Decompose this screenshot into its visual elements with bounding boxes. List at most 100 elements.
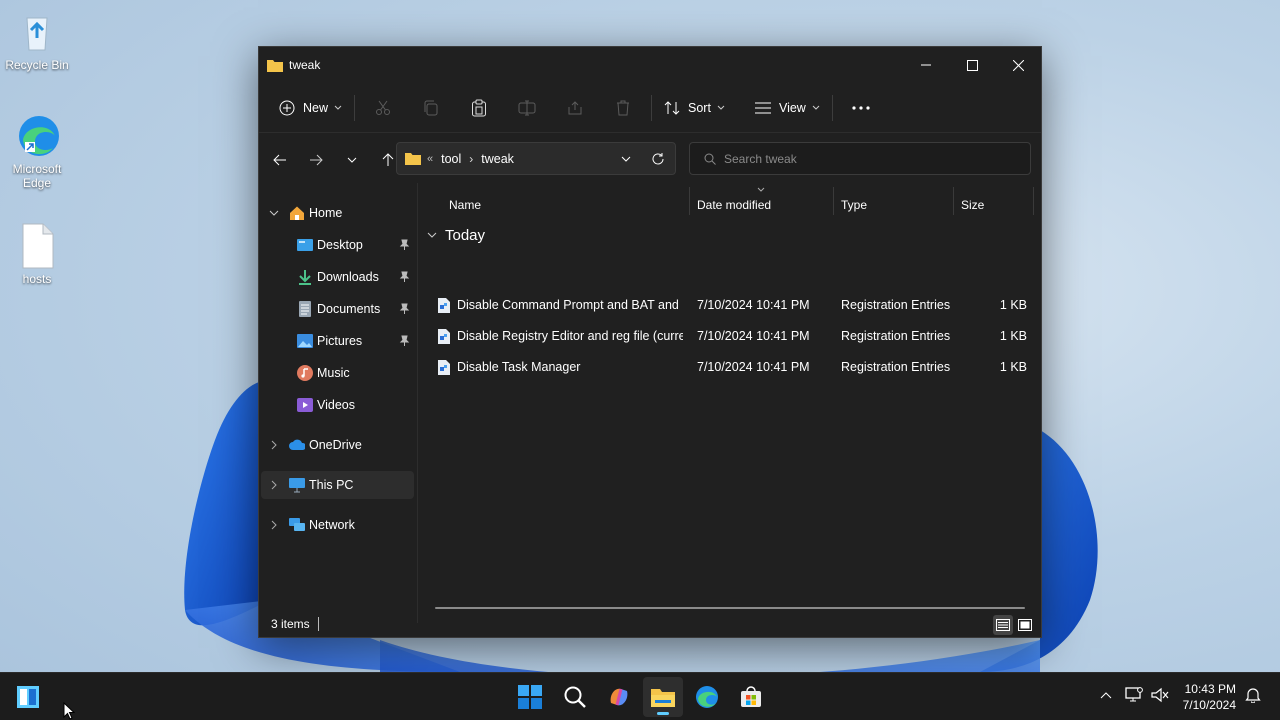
column-divider[interactable] [1033,187,1034,215]
clock[interactable]: 10:43 PM 7/10/2024 [1183,681,1236,713]
breadcrumb-tool[interactable]: tool [441,152,461,166]
notifications-button[interactable] [1244,685,1262,705]
close-button[interactable] [995,47,1041,83]
volume-button[interactable] [1150,685,1170,705]
forward-button[interactable] [301,145,331,175]
sidebar-item-this-pc[interactable]: This PC [261,471,414,499]
paste-button[interactable] [455,92,503,124]
sidebar-item-documents[interactable]: Documents [261,295,414,323]
mouse-cursor-icon [63,702,75,720]
desktop-icon-recycle-bin[interactable]: Recycle Bin [0,8,74,72]
column-divider[interactable] [833,187,834,215]
chevron-right-icon[interactable] [271,480,277,490]
copy-icon [424,100,438,115]
column-header-date-modified[interactable]: Date modified [697,193,771,217]
minimize-button[interactable] [903,47,949,83]
file-row[interactable]: Disable Registry Editor and reg file (cu… [427,321,1033,352]
tiles-view-button[interactable] [1015,615,1035,635]
column-header-type[interactable]: Type [841,193,867,217]
maximize-icon [966,59,978,71]
notification-bell-icon [1245,688,1261,703]
chevron-down-icon[interactable] [269,210,279,216]
registry-file-icon [438,298,450,313]
share-button[interactable] [551,92,599,124]
command-bar: New Sort View [259,83,1041,133]
new-button[interactable]: New [271,92,350,124]
more-options-button[interactable] [837,92,885,124]
sidebar-item-downloads[interactable]: Downloads [261,263,414,291]
edge-icon [696,686,718,708]
column-divider[interactable] [953,187,954,215]
sort-label: Sort [688,100,711,115]
taskbar-edge-button[interactable] [687,677,727,717]
column-header-name[interactable]: Name [449,193,481,217]
cut-button[interactable] [359,92,407,124]
column-header-size[interactable]: Size [961,193,984,217]
sidebar-item-music[interactable]: Music [261,359,414,387]
arrow-left-icon [273,154,286,166]
file-size: 1 KB [999,360,1027,374]
network-status-button[interactable] [1124,685,1144,705]
music-icon [297,365,313,381]
taskbar-store-button[interactable] [731,677,771,717]
group-header-today[interactable]: Today [427,221,485,249]
chevron-right-icon[interactable] [271,440,277,450]
address-bar[interactable]: « tool › tweak [396,142,676,175]
view-list-icon [754,102,771,113]
clipboard-icon [472,99,487,116]
more-icon [852,105,870,110]
store-icon [741,686,761,707]
back-button[interactable] [265,145,295,175]
status-bar: 3 items [259,611,1041,637]
search-input[interactable] [724,151,1004,166]
view-label: View [778,100,806,115]
clock-time: 10:43 PM [1184,682,1236,696]
file-name: Disable Task Manager [457,360,581,374]
chevron-right-icon[interactable] [271,520,277,530]
sidebar-item-home[interactable]: Home [261,199,414,227]
search-box[interactable] [689,142,1031,175]
minimize-icon [921,64,931,66]
sort-icon [664,100,680,115]
copy-button[interactable] [407,92,455,124]
maximize-button[interactable] [949,47,995,83]
file-row[interactable]: Disable Task Manager 7/10/2024 10:41 PM … [427,352,1033,383]
home-icon [290,206,304,220]
column-divider[interactable] [689,187,690,215]
sidebar-item-label: Downloads [317,270,379,284]
sidebar-item-network[interactable]: Network [261,511,414,539]
taskbar-start-button[interactable] [510,677,550,717]
taskbar-search-button[interactable] [555,677,595,717]
file-size: 1 KB [999,329,1027,343]
title-bar[interactable]: tweak [259,47,1041,83]
copilot-icon [610,688,628,706]
delete-button[interactable] [599,92,647,124]
start-button[interactable] [8,677,48,717]
onedrive-icon [289,439,305,450]
sidebar-item-desktop[interactable]: Desktop [261,231,414,259]
desktop-icon-hosts[interactable]: hosts [0,222,74,286]
speaker-muted-icon [1151,687,1169,703]
overflow-chevron-icon[interactable]: « [427,153,433,165]
taskbar-file-explorer-button[interactable] [643,677,683,717]
rename-button[interactable] [503,92,551,124]
pane-divider[interactable] [417,183,418,623]
horizontal-scrollbar[interactable] [435,607,1025,609]
desktop-icon-edge[interactable]: Microsoft Edge [0,112,74,190]
view-button[interactable]: View [747,92,828,124]
refresh-button[interactable] [641,152,675,166]
file-name: Disable Registry Editor and reg file (cu… [457,329,683,343]
recent-locations-button[interactable] [337,145,367,175]
show-hidden-icons-button[interactable] [1098,685,1114,705]
taskbar-copilot-button[interactable] [599,677,639,717]
sort-button[interactable]: Sort [656,92,733,124]
file-date: 7/10/2024 10:41 PM [697,329,810,343]
address-history-button[interactable] [611,156,641,162]
sidebar-item-videos[interactable]: Videos [261,391,414,419]
sidebar-item-onedrive[interactable]: OneDrive [261,431,414,459]
file-row[interactable]: Disable Command Prompt and BAT and ... 7… [427,290,1033,321]
chevron-down-icon [621,156,631,162]
sidebar-item-pictures[interactable]: Pictures [261,327,414,355]
breadcrumb-tweak[interactable]: tweak [481,152,514,166]
details-view-button[interactable] [993,615,1013,635]
